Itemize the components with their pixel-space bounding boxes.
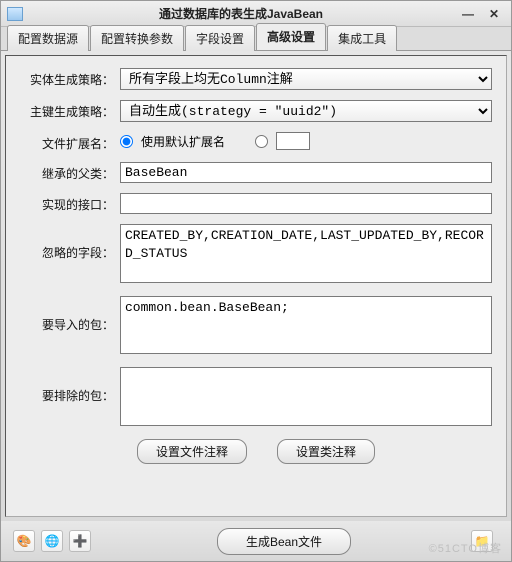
label-interfaces: 实现的接口： [20, 193, 120, 213]
tab-datasource[interactable]: 配置数据源 [7, 25, 89, 51]
label-excludes: 要排除的包： [20, 367, 120, 404]
file-comment-button[interactable]: 设置文件注释 [137, 439, 247, 464]
tab-convert-params[interactable]: 配置转换参数 [90, 25, 184, 51]
advanced-panel: 实体生成策略： 所有字段上均无Column注解 主键生成策略： 自动生成(str… [5, 55, 507, 517]
window-title: 通过数据库的表生成JavaBean [29, 5, 453, 22]
pk-strategy-select[interactable]: 自动生成(strategy = "uuid2") [120, 100, 492, 122]
custom-ext-swatch[interactable] [276, 132, 310, 150]
ignore-fields-textarea[interactable]: CREATED_BY,CREATION_DATE,LAST_UPDATED_BY… [120, 224, 492, 283]
tab-advanced[interactable]: 高级设置 [256, 23, 326, 50]
tool-icon-3[interactable]: ➕ [69, 530, 91, 552]
window: 通过数据库的表生成JavaBean — ✕ 配置数据源 配置转换参数 字段设置 … [0, 0, 512, 562]
label-ignore-fields: 忽略的字段： [20, 224, 120, 261]
label-file-ext: 文件扩展名： [20, 132, 120, 152]
close-button[interactable]: ✕ [483, 5, 505, 23]
radio-default-ext-label: 使用默认扩展名 [141, 133, 225, 150]
label-imports: 要导入的包： [20, 296, 120, 333]
class-comment-button[interactable]: 设置类注释 [277, 439, 375, 464]
tool-icon-2[interactable]: 🌐 [41, 530, 63, 552]
excludes-textarea[interactable] [120, 367, 492, 426]
app-icon [7, 7, 23, 21]
generate-button[interactable]: 生成Bean文件 [217, 528, 351, 555]
label-parent-class: 继承的父类： [20, 162, 120, 182]
tool-icon-1[interactable]: 🎨 [13, 530, 35, 552]
bottom-toolbar: 🎨 🌐 ➕ 生成Bean文件 📁 [1, 521, 511, 561]
tab-field-settings[interactable]: 字段设置 [185, 25, 255, 51]
radio-custom-ext[interactable] [255, 135, 268, 148]
entity-strategy-select[interactable]: 所有字段上均无Column注解 [120, 68, 492, 90]
label-entity-strategy: 实体生成策略： [20, 68, 120, 88]
tab-integration[interactable]: 集成工具 [327, 25, 397, 51]
minimize-button[interactable]: — [457, 5, 479, 23]
tab-bar: 配置数据源 配置转换参数 字段设置 高级设置 集成工具 [1, 27, 511, 51]
label-pk-strategy: 主键生成策略： [20, 100, 120, 120]
parent-class-input[interactable] [120, 162, 492, 183]
radio-default-ext[interactable] [120, 135, 133, 148]
interfaces-input[interactable] [120, 193, 492, 214]
imports-textarea[interactable]: common.bean.BaseBean; [120, 296, 492, 355]
folder-icon[interactable]: 📁 [471, 530, 493, 552]
